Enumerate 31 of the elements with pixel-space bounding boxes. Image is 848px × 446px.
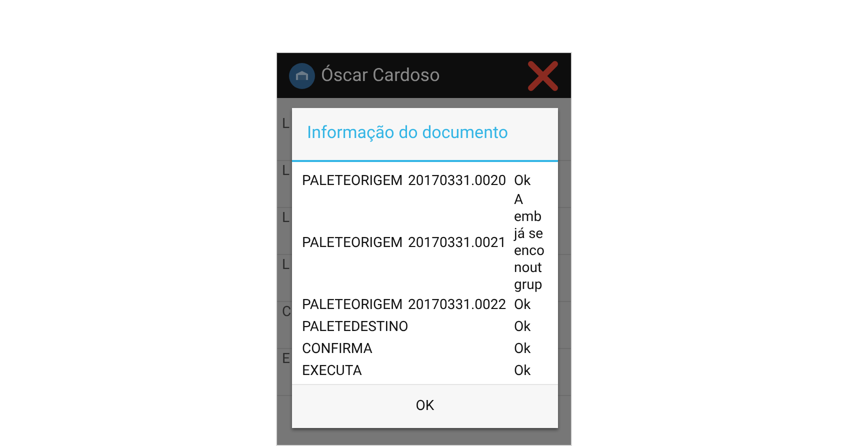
table-cell-text: emb bbox=[514, 209, 543, 226]
table-cell-text: Ok bbox=[514, 296, 532, 314]
list-item-text: L bbox=[282, 163, 290, 179]
table-cell: PALETEORIGEM bbox=[302, 172, 403, 188]
app-title: Óscar Cardoso bbox=[321, 64, 440, 88]
table-cell-text: nout bbox=[514, 260, 544, 277]
table-cell-text: Ok bbox=[514, 318, 532, 336]
table-cell: 20170331.0022 bbox=[408, 296, 506, 312]
table-cell-text: enco bbox=[514, 243, 546, 260]
ok-button[interactable]: OK bbox=[292, 384, 558, 428]
list-item-text: L bbox=[282, 210, 290, 226]
list-item-text: E bbox=[282, 351, 290, 367]
table-cell-text: Ok bbox=[514, 340, 532, 358]
table-cell-text: A bbox=[514, 192, 524, 209]
table-cell: EXECUTA bbox=[302, 362, 362, 378]
list-item-text: L bbox=[282, 116, 290, 132]
table-cell: 20170331.0021 bbox=[408, 234, 506, 250]
close-icon[interactable] bbox=[527, 60, 559, 92]
table-cell: PALETEDESTINO bbox=[302, 318, 408, 334]
table-cell-text: Ok bbox=[514, 172, 532, 190]
list-item-text: L bbox=[282, 257, 290, 273]
table-cell-text: já se bbox=[514, 226, 544, 243]
table-cell: PALETEORIGEM bbox=[302, 234, 403, 250]
table-cell-text: grup bbox=[514, 277, 544, 294]
table-cell: CONFIRMA bbox=[302, 340, 372, 356]
list-item-text: C bbox=[282, 304, 292, 320]
table-cell: 20170331.0020 bbox=[408, 172, 506, 188]
table-cell: PALETEORIGEM bbox=[302, 296, 403, 312]
dialog-title: Informação do documento bbox=[307, 122, 508, 146]
garage-icon bbox=[289, 62, 315, 88]
table-cell-text: Ok bbox=[514, 362, 532, 380]
